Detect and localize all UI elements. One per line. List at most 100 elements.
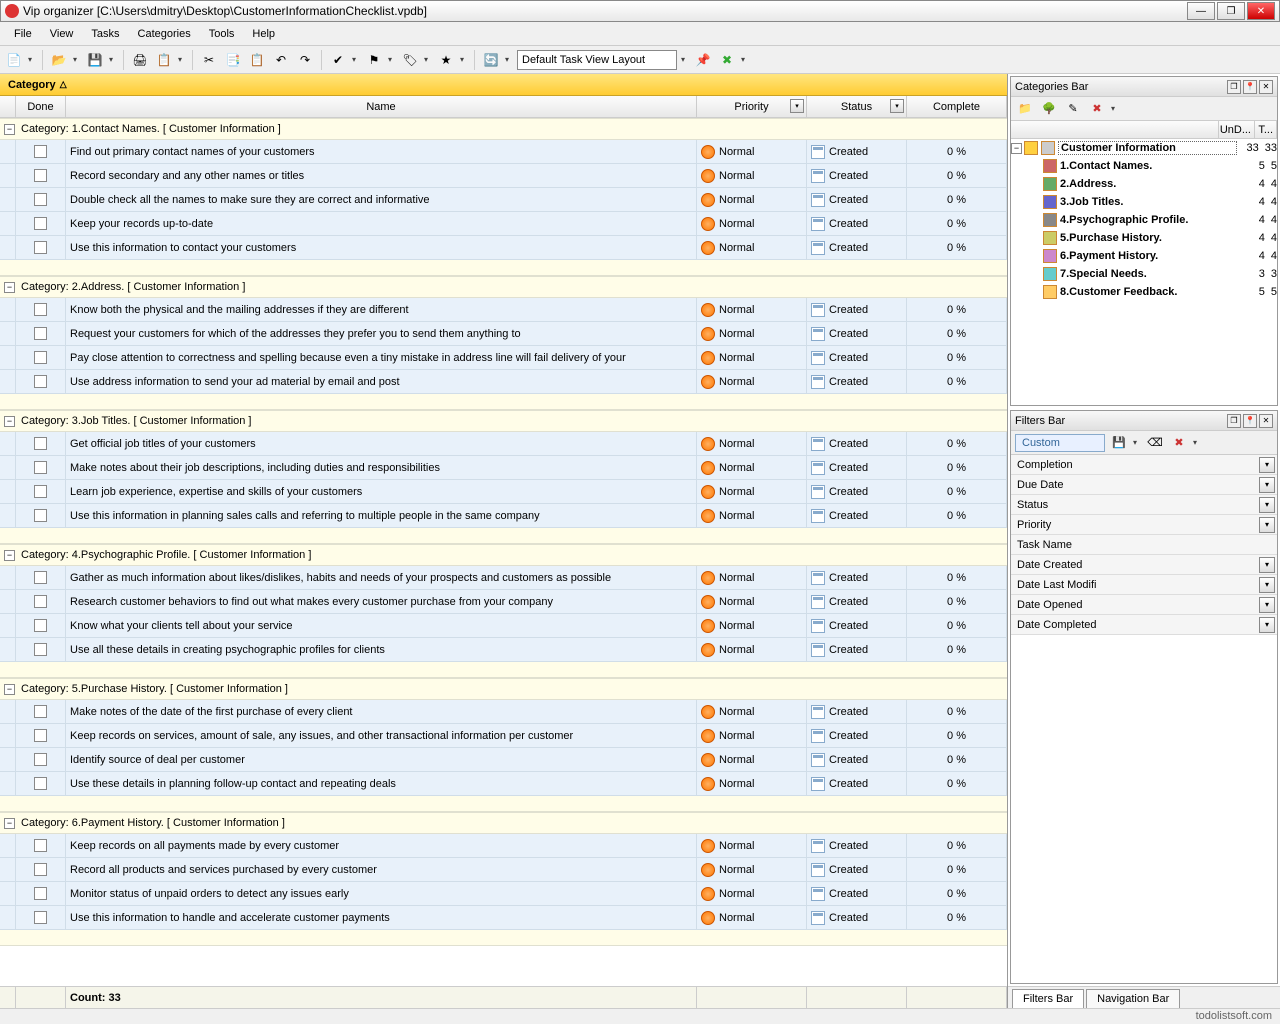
- task-row[interactable]: Get official job titles of your customer…: [0, 432, 1007, 456]
- tag-icon[interactable]: 🏷: [400, 50, 420, 70]
- tree-item[interactable]: 4.Psychographic Profile.44: [1011, 211, 1277, 229]
- open-icon[interactable]: 📂: [49, 50, 69, 70]
- category-row[interactable]: −Category: 5.Purchase History. [ Custome…: [0, 678, 1007, 700]
- cut-icon[interactable]: ✂: [199, 50, 219, 70]
- done-checkbox[interactable]: [34, 839, 47, 852]
- maximize-button[interactable]: ❐: [1217, 2, 1245, 20]
- redo-icon[interactable]: ↷: [295, 50, 315, 70]
- filter-row[interactable]: Date Opened▾: [1011, 595, 1277, 615]
- check-icon[interactable]: ✔: [328, 50, 348, 70]
- category-row[interactable]: −Category: 1.Contact Names. [ Customer I…: [0, 118, 1007, 140]
- task-row[interactable]: Use this information in planning sales c…: [0, 504, 1007, 528]
- task-row[interactable]: Record all products and services purchas…: [0, 858, 1007, 882]
- category-row[interactable]: −Category: 3.Job Titles. [ Customer Info…: [0, 410, 1007, 432]
- close-panel-icon[interactable]: ✕: [1259, 80, 1273, 94]
- filter-row[interactable]: Task Name: [1011, 535, 1277, 555]
- dropdown-icon[interactable]: ▾: [1259, 577, 1275, 593]
- done-checkbox[interactable]: [34, 643, 47, 656]
- cat-edit-icon[interactable]: ✎: [1063, 99, 1083, 119]
- task-row[interactable]: Make notes about their job descriptions,…: [0, 456, 1007, 480]
- col-name[interactable]: Name: [66, 96, 697, 117]
- filter-row[interactable]: Due Date▾: [1011, 475, 1277, 495]
- done-checkbox[interactable]: [34, 705, 47, 718]
- filter-row[interactable]: Date Completed▾: [1011, 615, 1277, 635]
- task-row[interactable]: Use this information to contact your cus…: [0, 236, 1007, 260]
- done-checkbox[interactable]: [34, 437, 47, 450]
- menu-file[interactable]: File: [6, 25, 40, 43]
- task-row[interactable]: Gather as much information about likes/d…: [0, 566, 1007, 590]
- done-checkbox[interactable]: [34, 217, 47, 230]
- collapse-icon[interactable]: −: [4, 124, 15, 135]
- dropdown-icon[interactable]: ▾: [1259, 497, 1275, 513]
- copy-icon[interactable]: 📑: [223, 50, 243, 70]
- task-row[interactable]: Keep your records up-to-dateNormalCreate…: [0, 212, 1007, 236]
- priority-filter-icon[interactable]: ▾: [790, 99, 804, 113]
- dropdown-icon[interactable]: ▾: [1259, 597, 1275, 613]
- done-checkbox[interactable]: [34, 193, 47, 206]
- done-checkbox[interactable]: [34, 145, 47, 158]
- task-row[interactable]: Identify source of deal per customerNorm…: [0, 748, 1007, 772]
- done-checkbox[interactable]: [34, 485, 47, 498]
- filter-row[interactable]: Date Created▾: [1011, 555, 1277, 575]
- tree-item[interactable]: 6.Payment History.44: [1011, 247, 1277, 265]
- pin-icon[interactable]: 📍: [1243, 80, 1257, 94]
- collapse-icon[interactable]: −: [4, 416, 15, 427]
- tree-item[interactable]: 3.Job Titles.44: [1011, 193, 1277, 211]
- done-checkbox[interactable]: [34, 241, 47, 254]
- restore-icon[interactable]: ❐: [1227, 414, 1241, 428]
- dropdown-icon[interactable]: ▾: [1259, 617, 1275, 633]
- task-row[interactable]: Double check all the names to make sure …: [0, 188, 1007, 212]
- group-by-bar[interactable]: Category△: [0, 74, 1007, 96]
- done-checkbox[interactable]: [34, 729, 47, 742]
- done-checkbox[interactable]: [34, 753, 47, 766]
- filter-preset-selector[interactable]: Custom: [1015, 434, 1105, 452]
- collapse-icon[interactable]: −: [4, 550, 15, 561]
- minimize-button[interactable]: —: [1187, 2, 1215, 20]
- done-checkbox[interactable]: [34, 619, 47, 632]
- task-row[interactable]: Pay close attention to correctness and s…: [0, 346, 1007, 370]
- task-row[interactable]: Use all these details in creating psycho…: [0, 638, 1007, 662]
- tree-item[interactable]: 5.Purchase History.44: [1011, 229, 1277, 247]
- filter-row[interactable]: Priority▾: [1011, 515, 1277, 535]
- done-checkbox[interactable]: [34, 327, 47, 340]
- task-row[interactable]: Learn job experience, expertise and skil…: [0, 480, 1007, 504]
- menu-tasks[interactable]: Tasks: [83, 25, 127, 43]
- delete-icon[interactable]: ✖: [717, 50, 737, 70]
- cat-new-icon[interactable]: 📁: [1015, 99, 1035, 119]
- done-checkbox[interactable]: [34, 595, 47, 608]
- expand-icon[interactable]: −: [1011, 143, 1022, 154]
- done-checkbox[interactable]: [34, 461, 47, 474]
- filter-row[interactable]: Completion▾: [1011, 455, 1277, 475]
- filter-delete-icon[interactable]: ✖: [1169, 433, 1189, 453]
- collapse-icon[interactable]: −: [4, 818, 15, 829]
- cat-delete-icon[interactable]: ✖: [1087, 99, 1107, 119]
- dropdown-icon[interactable]: ▾: [1259, 517, 1275, 533]
- save-icon[interactable]: 💾: [85, 50, 105, 70]
- done-checkbox[interactable]: [34, 863, 47, 876]
- tree-item[interactable]: 2.Address.44: [1011, 175, 1277, 193]
- preview-icon[interactable]: 📋: [154, 50, 174, 70]
- done-checkbox[interactable]: [34, 375, 47, 388]
- tree-item[interactable]: 7.Special Needs.33: [1011, 265, 1277, 283]
- collapse-icon[interactable]: −: [4, 684, 15, 695]
- task-row[interactable]: Find out primary contact names of your c…: [0, 140, 1007, 164]
- task-row[interactable]: Use these details in planning follow-up …: [0, 772, 1007, 796]
- undo-icon[interactable]: ↶: [271, 50, 291, 70]
- done-checkbox[interactable]: [34, 777, 47, 790]
- task-row[interactable]: Keep records on services, amount of sale…: [0, 724, 1007, 748]
- filter-save-icon[interactable]: 💾: [1109, 433, 1129, 453]
- tab-navigation-bar[interactable]: Navigation Bar: [1086, 989, 1180, 1008]
- col-complete[interactable]: Complete: [907, 96, 1007, 117]
- done-checkbox[interactable]: [34, 887, 47, 900]
- done-checkbox[interactable]: [34, 169, 47, 182]
- close-panel-icon[interactable]: ✕: [1259, 414, 1273, 428]
- done-checkbox[interactable]: [34, 351, 47, 364]
- pin-icon[interactable]: 📌: [693, 50, 713, 70]
- task-row[interactable]: Keep records on all payments made by eve…: [0, 834, 1007, 858]
- tree-root[interactable]: −Customer Information3333: [1011, 139, 1277, 157]
- task-row[interactable]: Know what your clients tell about your s…: [0, 614, 1007, 638]
- done-checkbox[interactable]: [34, 571, 47, 584]
- filter-clear-icon[interactable]: ⌫: [1145, 433, 1165, 453]
- close-button[interactable]: ✕: [1247, 2, 1275, 20]
- done-checkbox[interactable]: [34, 509, 47, 522]
